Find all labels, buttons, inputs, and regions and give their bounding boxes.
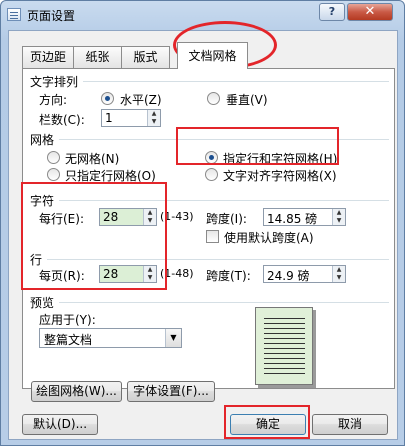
tab-margins[interactable]: 页边距 [22,46,74,68]
no-grid-label: 无网格(N) [65,152,120,166]
char-pitch-label: 跨度(I): [206,212,247,226]
apply-to-label: 应用于(Y): [39,313,96,327]
group-divider [59,302,389,303]
down-arrow-icon[interactable]: ▼ [333,217,345,225]
page-setup-dialog: 页面设置 ? ✕ 页边距 纸张 版式 文档网格 文字排列 方向: 水平(Z) 垂… [0,0,405,446]
preview-line [264,368,305,369]
up-arrow-icon[interactable]: ▲ [148,110,160,118]
down-arrow-icon[interactable]: ▼ [148,118,160,126]
preview-line [264,318,305,319]
preview-line [264,363,305,364]
chevron-down-icon[interactable]: ▼ [165,329,181,347]
use-default-pitch-checkbox[interactable] [206,230,219,243]
spinner-arrows[interactable]: ▲ ▼ [332,266,345,282]
preview-group-label: 预览 [30,296,55,310]
text-direction-group-label: 文字排列 [30,75,79,89]
preview-line [264,348,305,349]
spinner-arrows[interactable]: ▲ ▼ [147,110,160,126]
highlight-box-ok [224,405,310,439]
snap-to-chars-radio[interactable] [205,168,218,181]
preview-line [264,358,305,359]
highlight-box-chars-lines [21,182,167,290]
document-icon [7,8,21,21]
columns-value: 1 [105,111,113,125]
spinner-arrows[interactable]: ▲ ▼ [332,209,345,225]
tab-layout[interactable]: 版式 [121,46,170,68]
lines-only-radio[interactable] [47,168,60,181]
apply-to-select[interactable]: 整篇文档 ▼ [39,328,182,348]
line-pitch-label: 跨度(T): [206,269,251,283]
direction-label: 方向: [39,93,68,107]
font-settings-button[interactable]: 字体设置(F)... [127,381,215,402]
char-pitch-value: 14.85 磅 [267,212,318,226]
tab-document-grid[interactable]: 文档网格 [177,42,248,69]
apply-to-value: 整篇文档 [44,333,93,347]
horizontal-label: 水平(Z) [120,93,162,107]
preview-line [264,333,305,334]
group-divider [83,81,389,82]
line-pitch-spinner[interactable]: 24.9 磅 ▲ ▼ [263,265,346,283]
down-arrow-icon[interactable]: ▼ [333,274,345,282]
vertical-label: 垂直(V) [226,93,268,107]
up-arrow-icon[interactable]: ▲ [333,266,345,274]
columns-label: 栏数(C): [39,113,85,127]
char-pitch-spinner[interactable]: 14.85 磅 ▲ ▼ [263,208,346,226]
help-button[interactable]: ? [319,3,345,21]
vertical-radio[interactable] [207,92,220,105]
columns-spinner[interactable]: 1 ▲ ▼ [101,109,161,127]
up-arrow-icon[interactable]: ▲ [333,209,345,217]
preview-line [264,323,305,324]
grid-group-label: 网格 [30,133,55,147]
dialog-title: 页面设置 [27,9,76,23]
use-default-pitch-label: 使用默认跨度(A) [224,231,314,245]
preview-line [264,328,305,329]
preview-line [264,353,305,354]
page-preview [255,307,313,385]
preview-line [264,338,305,339]
highlight-box-grid-option [176,127,339,165]
preview-line [264,373,305,374]
preview-line [264,343,305,344]
cancel-button[interactable]: 取消 [312,414,388,435]
default-button[interactable]: 默认(D)... [22,414,98,435]
horizontal-radio[interactable] [101,92,114,105]
snap-to-chars-label: 文字对齐字符网格(X) [223,169,337,183]
close-button[interactable]: ✕ [347,3,393,21]
line-pitch-value: 24.9 磅 [267,269,310,283]
tab-paper[interactable]: 纸张 [73,46,122,68]
draw-grid-button[interactable]: 绘图网格(W)... [31,381,122,402]
no-grid-radio[interactable] [47,151,60,164]
